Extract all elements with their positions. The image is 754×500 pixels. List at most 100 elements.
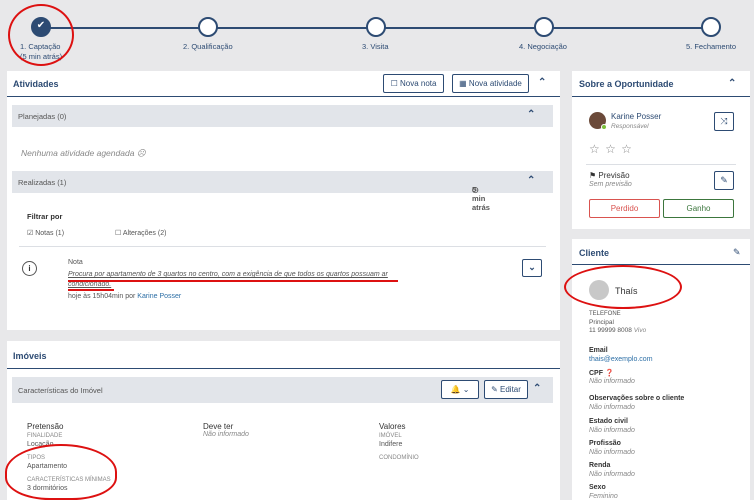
calendar-icon: ▦ [459,79,469,88]
owner-name: Karine Posser [611,112,662,121]
planned-bar[interactable]: Planejadas (0) ⌃ [12,105,553,127]
planned-label: Planejadas (0) [18,112,67,121]
client-title: Cliente [579,248,610,258]
new-activity-button[interactable]: ▦ Nova atividade [452,74,529,93]
annotation-underline-2 [68,289,114,291]
caract-label: CARACTERÍSTICAS MÍNIMAS [27,477,111,483]
question-icon[interactable]: ❓ [605,370,614,377]
checked-box-icon: ☑ [27,230,36,237]
done-label: Realizadas (1) [18,178,67,187]
properties-divider [7,368,560,369]
edit-forecast-pencil-icon[interactable]: ✎ [714,171,734,190]
new-note-button[interactable]: ☐ Nova nota [383,74,444,93]
note-text-line-1: Procura por apartamento de 3 quartos no … [68,271,388,278]
condominio-label: CONDOMÍNIO [379,455,419,461]
edit-features-button[interactable]: ✎ Editar [484,380,528,399]
owner-role: Responsável [611,123,649,130]
alert-dropdown-button[interactable]: 🔔 ⌄ [441,380,479,399]
swap-owner-shuffle-icon[interactable]: ⤨ [714,112,734,131]
prof-label: Profissão [589,440,621,447]
renda-value: Não informado [589,471,635,478]
imovel-label: IMÓVEL [379,433,402,439]
annotation-underline [68,280,398,282]
done-chevron-icon[interactable]: ⌃ [527,175,535,186]
note-meta: hoje às 15h04min por Karine Posser [68,293,182,300]
forecast-label: ⚑ Previsão [589,171,630,180]
note-text-line-2: condicionado. [68,281,112,288]
step-1-time: (5 min atrás) [20,52,63,61]
bell-icon: 🔔 [450,385,461,394]
expand-note-chevron-icon[interactable]: ⌄ [522,259,542,277]
caract-value: 3 dormitórios [27,485,68,492]
phone-kind: Telefone [589,311,621,317]
about-divider [572,96,750,97]
won-button[interactable]: Ganho [663,199,734,218]
deve-ter-value: Não informado [203,431,249,438]
step-4-label: 4. Negociação [519,42,567,51]
note-icon: ☐ [390,79,400,88]
collapse-about-chevron-icon[interactable]: ⌃ [728,78,736,89]
filter-by-label: Filtrar por [27,212,63,221]
tipos-label: TIPOS [27,455,46,461]
no-activity-text: Nenhuma atividade agendada ☹ [21,148,146,158]
rating-stars-icon[interactable]: ☆ ☆ ☆ [589,142,633,156]
filter-divider [19,246,546,247]
forecast-value: Sem previsão [589,181,632,188]
info-icon: i [22,261,37,276]
flag-icon: ⚑ [589,171,599,180]
sexo-value: Feminino [589,493,618,500]
online-status-dot [601,124,607,130]
activities-divider [7,96,560,97]
step-1-label: 1. Captação [20,42,61,51]
lost-button[interactable]: Perdido [589,199,660,218]
step-5-circle[interactable] [701,17,721,37]
features-label: Características do Imóvel [18,386,103,395]
tipos-value: Apartamento [27,463,68,470]
email-label: Email [589,347,608,354]
about-divider-2 [586,164,736,165]
done-bar[interactable]: Realizadas (1) ◷ 5 min atrás ⌃ [12,171,553,212]
prof-value: Não informado [589,449,635,456]
note-type: Nota [68,259,83,266]
sexo-label: Sexo [589,484,606,491]
collapse-features-chevron-icon[interactable]: ⌃ [533,383,541,394]
renda-label: Renda [589,462,611,469]
note-author-link[interactable]: Karine Posser [137,293,181,300]
client-name: Thaís [615,286,638,296]
unchecked-box-icon: ☐ [115,230,123,237]
imovel-value: Indifere [379,441,403,448]
step-1-check-icon[interactable] [31,17,51,37]
filter-notes-checkbox[interactable]: ☑ Notas (1) [27,229,64,237]
phone-main: Principal [589,319,614,326]
step-3-circle[interactable] [366,17,386,37]
step-4-circle[interactable] [534,17,554,37]
email-link[interactable]: thais@exemplo.com [589,356,653,363]
properties-title: Imóveis [13,351,47,361]
deve-ter-heading: Deve ter [203,422,234,431]
step-2-label: 2. Qualificação [183,42,233,51]
step-3-label: 3. Visita [362,42,389,51]
edit-client-pencil-icon[interactable]: ✎ [733,247,741,258]
cpf-label: CPF ❓ [589,370,614,377]
phone-number: 11 99999 8008 Vivo [589,327,647,334]
civil-label: Estado civil [589,418,628,425]
pencil-icon: ✎ [491,385,501,394]
obs-value: Não informado [589,404,635,411]
client-avatar [589,280,609,300]
collapse-activities-chevron-icon[interactable]: ⌃ [538,77,546,88]
activities-title: Atividades [13,79,59,89]
obs-label: Observações sobre o cliente [589,395,685,402]
finalidade-value: Locação [27,441,54,448]
about-title: Sobre a Oportunidade [579,79,674,89]
step-5-label: 5. Fechamento [686,42,737,51]
valores-heading: Valores [379,422,406,431]
chevron-down-icon: ⌄ [462,385,470,394]
cpf-value: Não informado [589,378,635,385]
pretensao-heading: Pretensão [27,422,64,431]
step-2-circle[interactable] [198,17,218,37]
client-divider [572,264,750,265]
planned-chevron-icon[interactable]: ⌃ [527,109,535,120]
finalidade-label: FINALIDADE [27,433,63,439]
civil-value: Não informado [589,427,635,434]
filter-changes-checkbox[interactable]: ☐ Alterações (2) [115,229,166,237]
